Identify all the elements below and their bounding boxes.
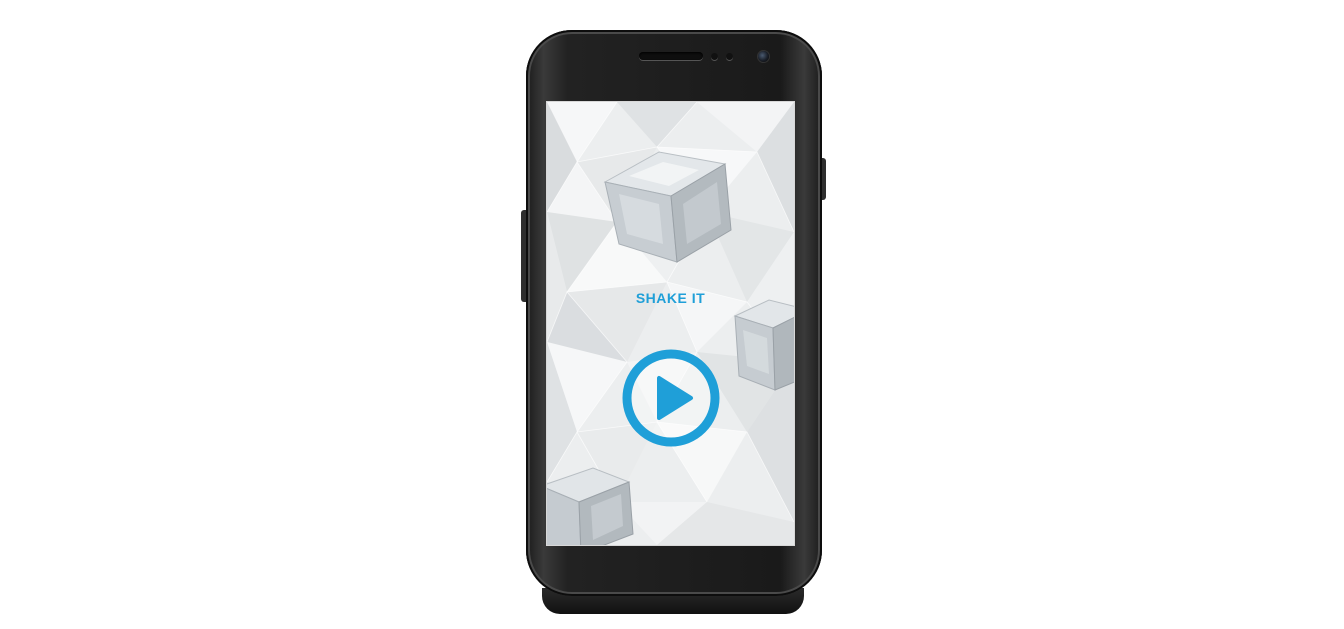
play-icon xyxy=(622,349,720,447)
light-sensor xyxy=(726,53,733,60)
ice-cube-icon xyxy=(733,299,794,391)
ice-cube-icon xyxy=(547,467,634,545)
page-title: SHAKE IT xyxy=(635,290,706,306)
phone-screen: SHAKE IT xyxy=(546,101,795,546)
front-camera-icon xyxy=(758,51,769,62)
stage: SHAKE IT xyxy=(0,0,1344,629)
play-button[interactable] xyxy=(621,348,721,448)
ice-cube-icon xyxy=(603,151,732,263)
earpiece-speaker xyxy=(639,52,703,60)
proximity-sensor xyxy=(711,53,718,60)
